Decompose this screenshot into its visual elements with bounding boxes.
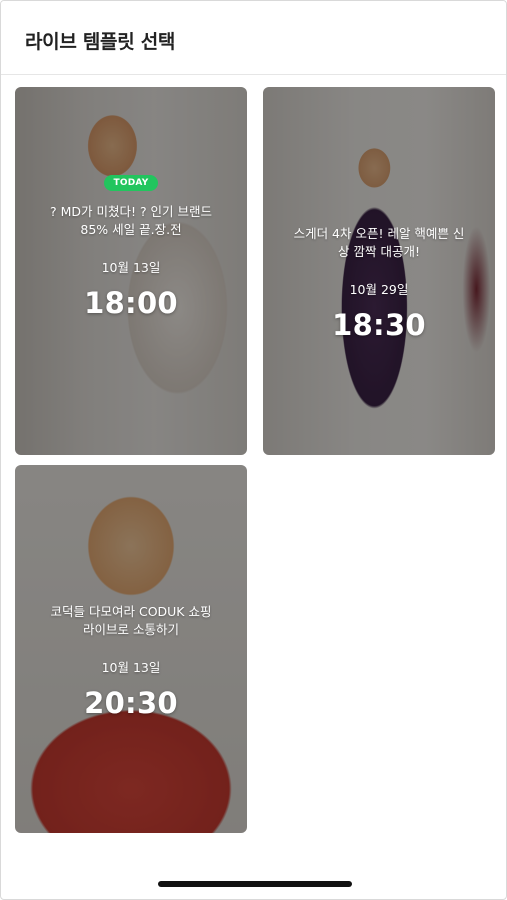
- template-time: 20:30: [84, 686, 178, 720]
- headline-line: 상 깜짝 대공개!: [338, 244, 420, 259]
- template-content: TODAY ? MD가 미쳤다! ? 인기 브랜드 85% 세일 끝.장.전 1…: [15, 175, 247, 320]
- template-content: 코덕들 다모여라 CODUK 쇼핑 라이브로 소통하기 10월 13일 20:3…: [15, 603, 247, 720]
- page-title: 라이브 템플릿 선택: [25, 31, 176, 53]
- today-badge: TODAY: [103, 175, 159, 191]
- template-card-2[interactable]: 스게더 4차 오픈! 레알 핵예쁜 신 상 깜짝 대공개! 10월 29일 18…: [263, 87, 495, 455]
- headline-line: 스게더 4차 오픈! 레알 핵예쁜 신: [293, 226, 465, 241]
- headline-line: ? MD가 미쳤다! ? 인기 브랜드: [49, 204, 213, 219]
- template-time: 18:00: [84, 286, 178, 320]
- template-headline: 스게더 4차 오픈! 레알 핵예쁜 신 상 깜짝 대공개!: [294, 225, 465, 261]
- app-screen: 라이브 템플릿 선택 TODAY ? MD가 미쳤다! ? 인기 브랜드 85%…: [0, 0, 507, 900]
- template-headline: ? MD가 미쳤다! ? 인기 브랜드 85% 세일 끝.장.전: [50, 203, 212, 239]
- header: 라이브 템플릿 선택: [1, 1, 506, 75]
- template-date: 10월 13일: [101, 260, 161, 275]
- template-card-1[interactable]: TODAY ? MD가 미쳤다! ? 인기 브랜드 85% 세일 끝.장.전 1…: [15, 87, 247, 455]
- template-headline: 코덕들 다모여라 CODUK 쇼핑 라이브로 소통하기: [51, 603, 212, 639]
- headline-line: 코덕들 다모여라 CODUK 쇼핑: [50, 604, 212, 619]
- template-date: 10월 13일: [101, 660, 161, 675]
- headline-line: 85% 세일 끝.장.전: [80, 222, 182, 237]
- headline-line: 라이브로 소통하기: [83, 622, 179, 637]
- home-indicator[interactable]: [158, 881, 352, 887]
- template-card-3[interactable]: 코덕들 다모여라 CODUK 쇼핑 라이브로 소통하기 10월 13일 20:3…: [15, 465, 247, 833]
- template-content: 스게더 4차 오픈! 레알 핵예쁜 신 상 깜짝 대공개! 10월 29일 18…: [263, 225, 495, 342]
- template-date: 10월 29일: [349, 282, 409, 297]
- template-time: 18:30: [332, 308, 426, 342]
